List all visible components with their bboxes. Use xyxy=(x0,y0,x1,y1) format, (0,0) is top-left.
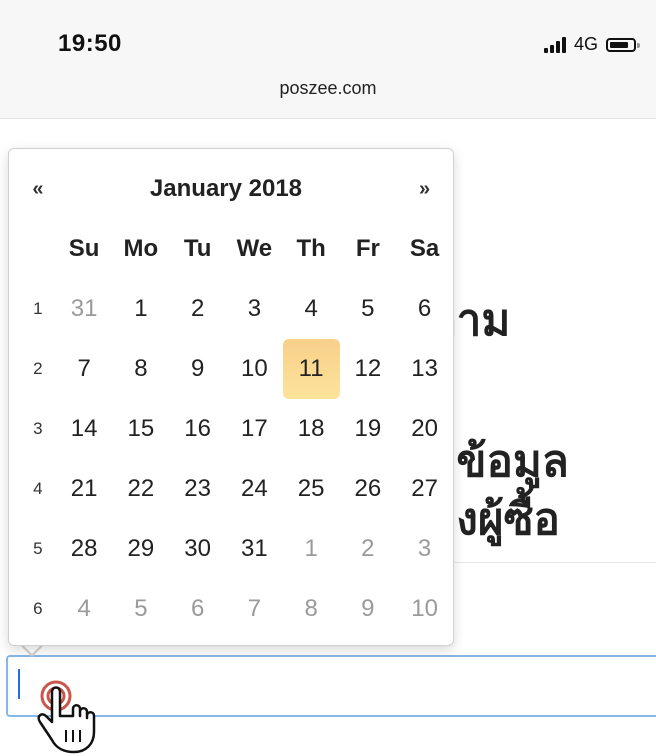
calendar-day[interactable]: 4 xyxy=(283,279,340,339)
calendar-week-row: 2 7 8 9 10 11 12 13 xyxy=(20,339,453,399)
calendar-day[interactable]: 13 xyxy=(396,339,453,399)
calendar-day[interactable]: 26 xyxy=(340,459,397,519)
calendar-day[interactable]: 14 xyxy=(56,399,113,459)
calendar-day[interactable]: 5 xyxy=(340,279,397,339)
weekday-label: Sa xyxy=(409,235,440,262)
weekday-header-row: Su Mo Tu We Th Fr Sa xyxy=(20,219,453,279)
calendar-day[interactable]: 30 xyxy=(169,519,226,579)
next-month-button[interactable]: » xyxy=(396,159,453,219)
calendar-day[interactable]: 18 xyxy=(283,399,340,459)
calendar-grid: « January 2018 » Su Mo Tu We Th Fr Sa 1 … xyxy=(20,159,453,639)
calendar-week-row: 1 31 1 2 3 4 5 6 xyxy=(20,279,453,339)
calendar-day[interactable]: 2 xyxy=(169,279,226,339)
week-number: 1 xyxy=(33,299,43,318)
week-number: 3 xyxy=(33,419,43,438)
calendar-day[interactable]: 4 xyxy=(56,579,113,639)
week-number: 2 xyxy=(33,359,43,378)
week-number-header xyxy=(20,219,56,279)
calendar-day[interactable]: 7 xyxy=(226,579,283,639)
calendar-day[interactable]: 6 xyxy=(169,579,226,639)
calendar-day[interactable]: 31 xyxy=(56,279,113,339)
prev-month-button[interactable]: « xyxy=(20,159,56,219)
calendar-day[interactable]: 1 xyxy=(112,279,169,339)
calendar-day[interactable]: 9 xyxy=(169,339,226,399)
weekday-label: We xyxy=(236,235,273,262)
calendar-day[interactable]: 1 xyxy=(283,519,340,579)
calendar-day[interactable]: 21 xyxy=(56,459,113,519)
weekday-label: Su xyxy=(68,235,100,262)
calendar-day[interactable]: 15 xyxy=(112,399,169,459)
battery-icon xyxy=(606,37,640,52)
calendar-day[interactable]: 23 xyxy=(169,459,226,519)
calendar-week-row: 5 28 29 30 31 1 2 3 xyxy=(20,519,453,579)
calendar-day-today[interactable]: 11 xyxy=(282,339,340,399)
weekday-label: Tu xyxy=(183,235,212,262)
text-caret xyxy=(18,669,20,699)
browser-top-bar: 19:50 4G poszee.com xyxy=(0,0,656,119)
calendar-day[interactable]: 10 xyxy=(396,579,453,639)
calendar-day[interactable]: 5 xyxy=(112,579,169,639)
calendar-day[interactable]: 8 xyxy=(112,339,169,399)
calendar-week-row: 4 21 22 23 24 25 26 27 xyxy=(20,459,453,519)
calendar-day[interactable]: 17 xyxy=(226,399,283,459)
calendar-day[interactable]: 24 xyxy=(226,459,283,519)
url-bar[interactable]: poszee.com xyxy=(0,78,656,99)
calendar-week-row: 3 14 15 16 17 18 19 20 xyxy=(20,399,453,459)
calendar-day[interactable]: 19 xyxy=(340,399,397,459)
calendar-day[interactable]: 27 xyxy=(396,459,453,519)
calendar-week-row: 6 4 5 6 7 8 9 10 xyxy=(20,579,453,639)
calendar-day[interactable]: 25 xyxy=(283,459,340,519)
divider xyxy=(455,562,656,563)
signal-bars-icon xyxy=(543,36,566,53)
week-number: 4 xyxy=(33,479,43,498)
calendar-day[interactable]: 12 xyxy=(340,339,397,399)
weekday-label: Th xyxy=(296,235,326,262)
date-input[interactable] xyxy=(6,655,656,717)
calendar-day[interactable]: 20 xyxy=(396,399,453,459)
calendar-day[interactable]: 3 xyxy=(396,519,453,579)
calendar-header-row: « January 2018 » xyxy=(20,159,453,219)
network-type: 4G xyxy=(573,34,598,54)
calendar-day[interactable]: 9 xyxy=(340,579,397,639)
calendar-day[interactable]: 3 xyxy=(226,279,283,339)
calendar-day[interactable]: 2 xyxy=(340,519,397,579)
week-number: 5 xyxy=(33,539,43,558)
datepicker-popup: « January 2018 » Su Mo Tu We Th Fr Sa 1 … xyxy=(8,148,454,646)
status-indicators: 4G xyxy=(543,34,640,55)
calendar-day[interactable]: 16 xyxy=(169,399,226,459)
calendar-day[interactable]: 6 xyxy=(396,279,453,339)
calendar-day[interactable]: 7 xyxy=(56,339,113,399)
status-time: 19:50 xyxy=(58,30,122,57)
month-title[interactable]: January 2018 xyxy=(56,159,396,219)
calendar-day[interactable]: 28 xyxy=(56,519,113,579)
hand-pointer-icon xyxy=(37,680,96,754)
weekday-label: Fr xyxy=(355,235,380,262)
week-number: 6 xyxy=(33,599,43,618)
calendar-day[interactable]: 22 xyxy=(112,459,169,519)
calendar-day[interactable]: 29 xyxy=(112,519,169,579)
calendar-day[interactable]: 10 xyxy=(226,339,283,399)
weekday-label: Mo xyxy=(123,235,159,262)
calendar-day[interactable]: 31 xyxy=(226,519,283,579)
calendar-day[interactable]: 8 xyxy=(283,579,340,639)
